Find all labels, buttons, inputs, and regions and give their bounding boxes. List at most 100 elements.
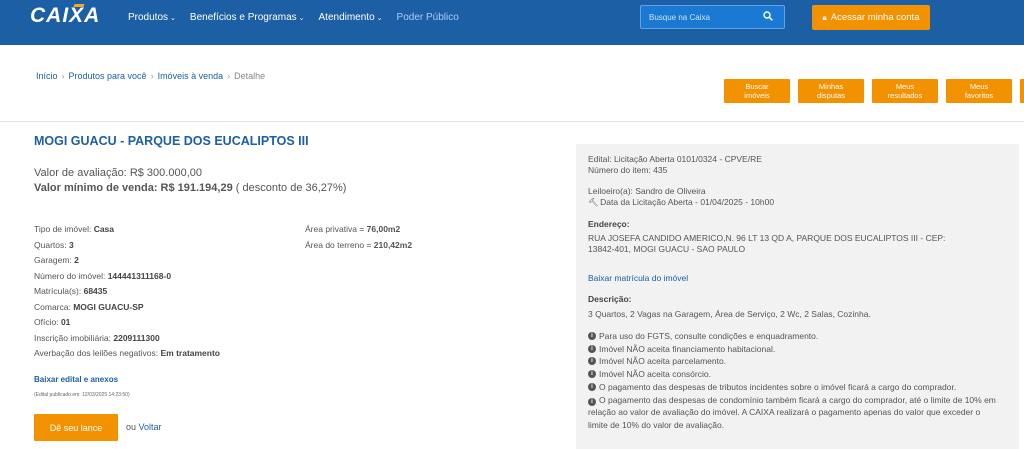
login-button[interactable]: 🔒︎ Acessar minha conta xyxy=(812,5,930,30)
detail-label: Garagem: xyxy=(34,255,75,265)
truncated-button[interactable]: Dco xyxy=(1020,79,1024,103)
edital-publish-date: (Edital publicado em: 12/03/2025 14:23:5… xyxy=(34,392,130,398)
nav-label: Atendimento xyxy=(318,12,375,23)
description-label: Descrição: xyxy=(588,294,632,304)
qbtn-line1: Meus xyxy=(895,82,915,91)
detail-label: Quartos: xyxy=(34,239,69,250)
condition-item: i Imóvel NÃO aceita consórcio. xyxy=(588,368,998,381)
section-divider xyxy=(0,121,1024,122)
breadcrumb-inicio[interactable]: Início xyxy=(36,71,58,81)
nav-beneficios[interactable]: Benefícios e Programas ⌄ xyxy=(190,12,305,23)
detail-row: Matrícula(s): 68435 xyxy=(34,284,220,300)
condition-text: O pagamento das despesas de condomínio t… xyxy=(588,394,996,430)
detail-label: Comarca: xyxy=(34,301,74,312)
breadcrumb-produtos[interactable]: Produtos para você xyxy=(69,71,147,81)
search-box xyxy=(640,5,785,29)
detail-row: Tipo de imóvel: Casa xyxy=(34,222,220,238)
nav-atendimento[interactable]: Atendimento ⌄ xyxy=(319,12,383,23)
lock-icon: 🔒︎ xyxy=(822,12,827,22)
property-areas: Área privativa = 76,00m2 Área do terreno… xyxy=(305,222,412,253)
info-icon: i xyxy=(588,357,596,366)
chevron-down-icon: ⌄ xyxy=(376,14,383,22)
condition-item: iO pagamento das despesas de tributos in… xyxy=(588,381,998,394)
breadcrumb-separator: › xyxy=(150,71,154,81)
buscar-imoveis-button[interactable]: Buscar imóveis xyxy=(724,79,790,103)
discount: ( desconto de 36,27%) xyxy=(232,182,347,194)
area-value: 76,00m2 xyxy=(366,224,401,234)
minhas-disputas-button[interactable]: Minhas disputas xyxy=(798,79,864,103)
detail-label: Matrícula(s): xyxy=(34,286,84,296)
condition-item: i Imóvel NÃO aceita financiamento habitac… xyxy=(588,343,998,356)
description: 3 Quartos, 2 Vagas na Garagem, Área de S… xyxy=(588,309,871,319)
nav-label: Benefícios e Programas xyxy=(189,12,297,23)
info-icon: i xyxy=(588,382,596,391)
bid-button[interactable]: Dê seu lance xyxy=(34,414,118,441)
area-row: Área do terreno = 210,42m2 xyxy=(305,238,412,254)
meus-favoritos-button[interactable]: Meus favoritos xyxy=(946,79,1012,103)
qbtn-line2: imóveis xyxy=(744,91,770,100)
top-header: CAIXA Produtos ⌄ Benefícios e Programas … xyxy=(0,0,1024,45)
condition-item: i Para uso do FGTS, consulte condições e … xyxy=(588,330,998,343)
area-label: Área do terreno = xyxy=(305,239,374,250)
detail-value: 2 xyxy=(74,255,79,265)
valuation-line: Valor de avaliação: R$ 300.000,00 xyxy=(34,167,202,179)
info-icon: i xyxy=(588,370,596,379)
chevron-down-icon: ⌄ xyxy=(170,14,176,22)
area-value: 210,42m2 xyxy=(373,239,413,250)
qbtn-line2: disputas xyxy=(817,91,845,100)
qbtn-line1: Minhas xyxy=(818,82,844,91)
detail-value: 3 xyxy=(68,239,74,250)
quick-actions: Buscar imóveis Minhas disputas Meus resulta… xyxy=(724,79,1024,103)
back-prefix: ou xyxy=(126,422,139,432)
detail-label: Ofício: xyxy=(34,317,61,327)
info-icon: i xyxy=(588,344,596,353)
search-icon[interactable] xyxy=(763,11,773,21)
detail-label: Número do imóvel: xyxy=(34,270,108,281)
nav-poder-publico[interactable]: Poder Público xyxy=(397,12,459,23)
info-icon: i xyxy=(588,332,596,340)
qbtn-line1: Buscar xyxy=(745,82,769,91)
condition-text: Para uso do FGTS, consulte condições e e… xyxy=(599,331,819,341)
detail-row: Quartos: 3 xyxy=(34,238,220,254)
qbtn-line1: Meus xyxy=(969,82,989,91)
breadcrumb-imoveis[interactable]: Imóveis à venda xyxy=(158,71,224,81)
detail-label: Tipo de imóvel: xyxy=(34,224,94,234)
caixa-logo[interactable]: CAIXA xyxy=(30,4,100,28)
detail-value: Em tratamento xyxy=(160,348,220,358)
breadcrumb-current: Detalhe xyxy=(234,71,266,81)
conditions-list: i Para uso do FGTS, consulte condições e … xyxy=(588,330,998,432)
breadcrumb: Início › Produtos para você › Imóveis à … xyxy=(36,71,265,81)
meus-resultados-button[interactable]: Meus resultados xyxy=(872,79,938,103)
detail-value: 01 xyxy=(60,317,71,327)
download-matricula-link[interactable]: Baixar matrícula do imóvel xyxy=(588,273,688,283)
detail-value: MOGI GUACU-SP xyxy=(73,301,144,312)
detail-value: 2209111300 xyxy=(113,332,160,343)
nav-label: Poder Público xyxy=(396,12,459,23)
search-input[interactable] xyxy=(641,6,761,28)
address: RUA JOSEFA CANDIDO AMERICO,N. 96 LT 13 Q… xyxy=(588,233,945,255)
auctioneer-name: Leiloeiro(a): Sandro de Oliveira xyxy=(588,186,706,196)
detail-row: Inscrição imobiliária: 2209111300 xyxy=(34,331,220,347)
property-details: Tipo de imóvel: Casa Quartos: 3 Garagem:… xyxy=(34,222,220,362)
min-value: Valor mínimo de venda: R$ 191.194,29 xyxy=(34,182,233,194)
condition-item: i Imóvel NÃO aceita parcelamento. xyxy=(588,355,998,368)
download-edital-link[interactable]: Baixar edital e anexos xyxy=(34,375,118,384)
main-nav: Produtos ⌄ Benefícios e Programas ⌄ Aten… xyxy=(128,12,459,23)
detail-value: 68435 xyxy=(83,286,108,296)
edital-info: Edital: Licitação Aberta 0101/0324 - CPV… xyxy=(588,154,762,176)
back-line: ou Voltar xyxy=(126,422,162,432)
info-icon: i xyxy=(588,397,596,406)
nav-produtos[interactable]: Produtos ⌄ xyxy=(128,12,176,23)
back-link[interactable]: Voltar xyxy=(139,422,162,432)
detail-row: Número do imóvel: 144441311168-0 xyxy=(34,269,220,285)
auctioneer-info: Leiloeiro(a): Sandro de Oliveira 🔨︎ Data … xyxy=(588,186,774,208)
item-number: Número do item: 435 xyxy=(588,165,668,175)
auction-date-row: 🔨︎ Data da Licitação Aberta - 01/04/2025 … xyxy=(588,197,774,208)
address-line: RUA JOSEFA CANDIDO AMERICO,N. 96 LT 13 Q… xyxy=(588,233,946,243)
detail-label: Inscrição imobiliária: xyxy=(34,332,114,343)
qbtn-line2: favoritos xyxy=(964,91,994,100)
detail-row: Comarca: MOGI GUACU-SP xyxy=(34,300,220,316)
condition-text: Imóvel NÃO aceita parcelamento. xyxy=(599,356,727,367)
detail-row: Averbação dos leilões negativos: Em trat… xyxy=(34,346,220,362)
detail-label: Averbação dos leilões negativos: xyxy=(34,348,161,358)
